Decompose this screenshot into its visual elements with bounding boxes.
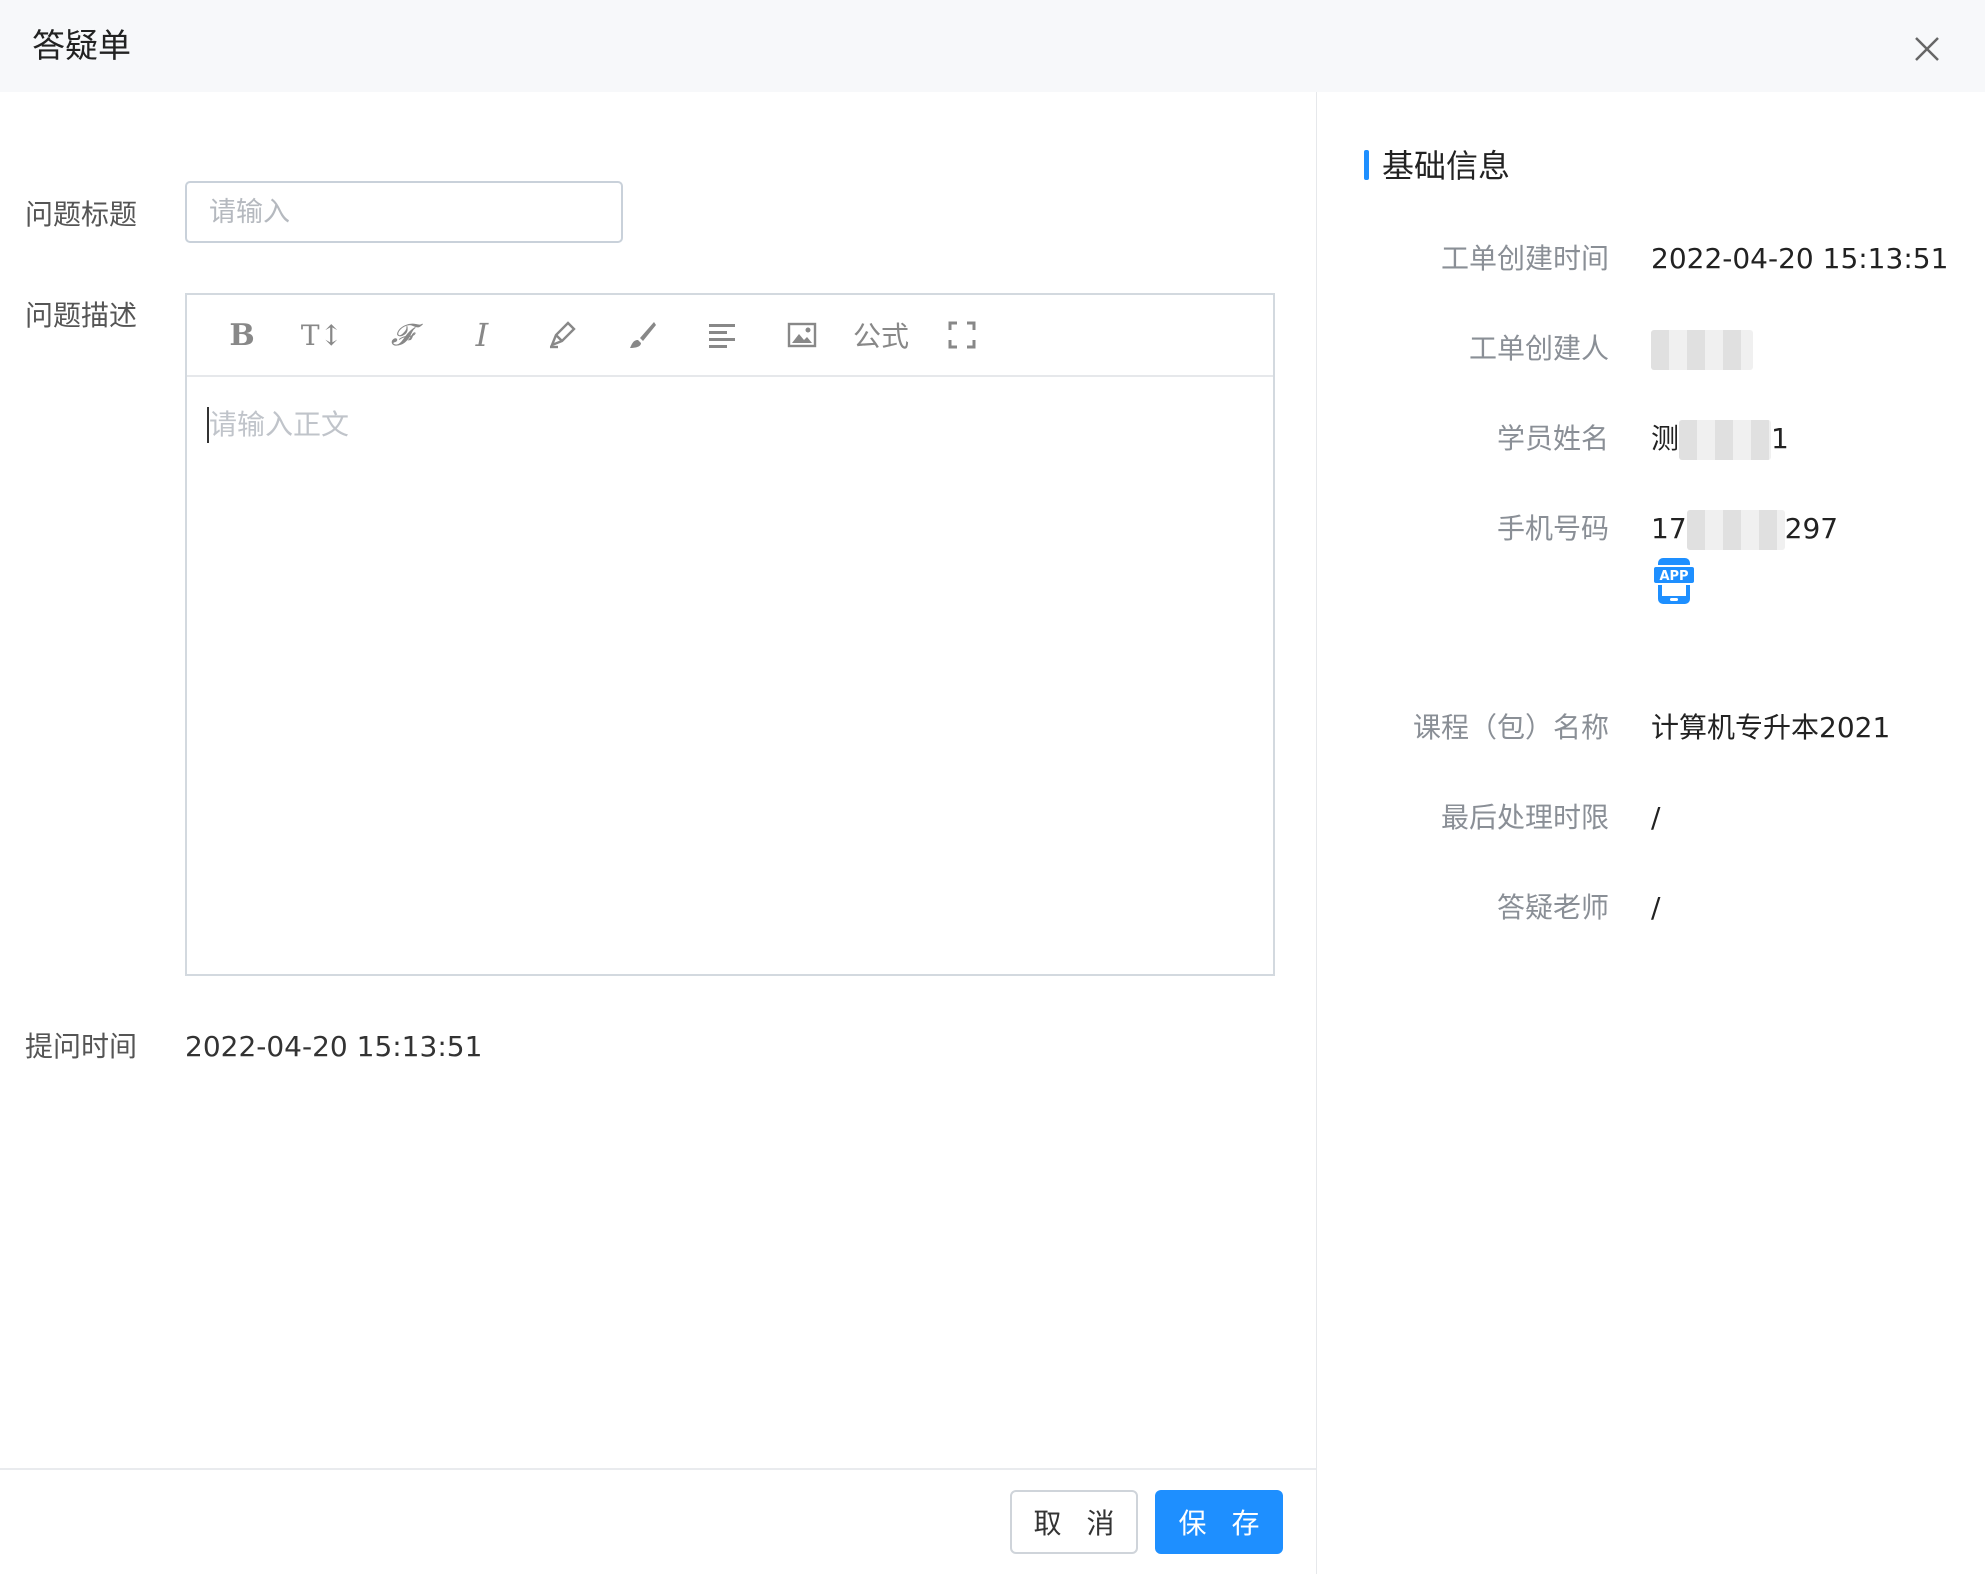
rich-text-editor: B T↕ 𝓕 I 公式 请输入正文 <box>185 293 1275 976</box>
app-badge-text: APP <box>1659 569 1688 584</box>
ask-time-value: 2022-04-20 15:13:51 <box>185 1030 483 1063</box>
info-section-title: 基础信息 <box>1364 144 1510 188</box>
font-family-icon[interactable]: 𝓕 <box>378 311 426 359</box>
info-value-creator <box>1651 329 1753 370</box>
info-value-phone: 17 297 <box>1651 509 1838 550</box>
phone-prefix: 17 <box>1651 512 1687 545</box>
italic-glyph: I <box>475 316 489 354</box>
app-icon: APP <box>1652 558 1696 604</box>
save-button[interactable]: 保 存 <box>1155 1490 1283 1554</box>
editor-placeholder: 请输入正文 <box>209 408 350 441</box>
panel-divider <box>1316 92 1317 1574</box>
dialog-title: 答疑单 <box>32 26 131 65</box>
brush-icon[interactable] <box>618 311 666 359</box>
question-title-label: 问题标题 <box>25 198 138 231</box>
info-label-student-name: 学员姓名 <box>1496 422 1609 455</box>
font-size-icon[interactable]: T↕ <box>298 311 346 359</box>
creator-redacted <box>1651 330 1753 370</box>
close-icon[interactable] <box>1905 27 1949 71</box>
image-icon[interactable] <box>778 311 826 359</box>
formula-button[interactable]: 公式 <box>849 311 913 359</box>
formula-label: 公式 <box>852 320 909 353</box>
info-label-phone: 手机号码 <box>1496 512 1609 545</box>
italic-icon[interactable]: I <box>458 311 506 359</box>
question-title-input[interactable] <box>185 181 623 243</box>
info-value-deadline: / <box>1651 801 1661 834</box>
info-value-teacher: / <box>1651 891 1661 924</box>
info-label-teacher: 答疑老师 <box>1496 891 1609 924</box>
fullscreen-icon[interactable] <box>938 311 986 359</box>
phone-suffix: 297 <box>1784 512 1839 545</box>
dialog-header: 答疑单 <box>0 0 1985 92</box>
font-family-glyph: 𝓕 <box>390 317 414 353</box>
editor-toolbar: B T↕ 𝓕 I 公式 <box>187 295 1273 377</box>
info-label-deadline: 最后处理时限 <box>1440 801 1609 834</box>
section-accent-bar <box>1364 150 1369 180</box>
question-desc-label: 问题描述 <box>25 299 138 332</box>
font-size-glyph: T↕ <box>300 318 344 352</box>
bold-glyph: B <box>229 317 255 353</box>
info-value-student-name: 测1 <box>1651 419 1789 460</box>
align-icon[interactable] <box>698 311 746 359</box>
bold-icon[interactable]: B <box>218 311 266 359</box>
info-section-label: 基础信息 <box>1382 147 1511 185</box>
highlight-pen-icon[interactable] <box>538 311 586 359</box>
student-name-redacted <box>1679 420 1772 460</box>
info-value-created-time: 2022-04-20 15:13:51 <box>1651 242 1949 275</box>
cancel-button[interactable]: 取 消 <box>1010 1490 1138 1554</box>
student-name-suffix: 1 <box>1771 422 1789 455</box>
footer-divider <box>0 1468 1316 1470</box>
phone-redacted <box>1686 510 1785 550</box>
ask-time-label: 提问时间 <box>25 1030 138 1063</box>
info-label-creator: 工单创建人 <box>1468 332 1609 365</box>
info-label-course: 课程（包）名称 <box>1412 711 1609 744</box>
editor-content-area[interactable]: 请输入正文 <box>187 379 1273 974</box>
info-value-course: 计算机专升本2021 <box>1651 711 1891 744</box>
info-label-created-time: 工单创建时间 <box>1440 242 1609 275</box>
student-name-prefix: 测 <box>1651 422 1680 455</box>
